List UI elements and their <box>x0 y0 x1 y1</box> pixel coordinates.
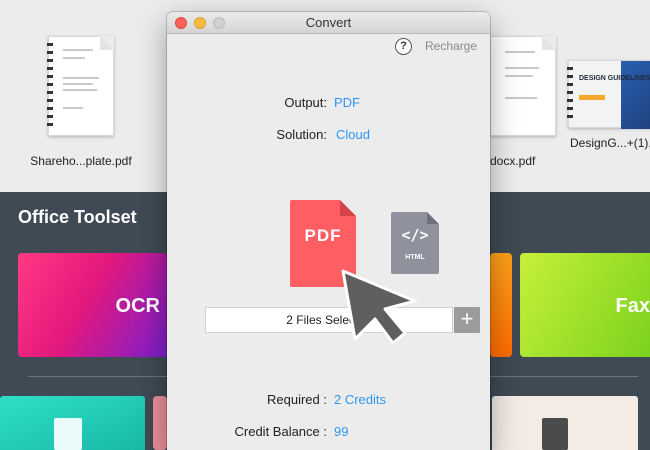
section-title: Office Toolset <box>18 207 137 227</box>
pink-tile[interactable] <box>153 396 167 450</box>
document-thumbnail <box>47 36 114 136</box>
file-item-design-guidelines[interactable]: DESIGN GUIDELINES DesignG...+(1).p <box>548 36 650 150</box>
code-icon: </> <box>401 226 429 244</box>
html-icon-label: HTML <box>405 254 425 261</box>
html-file-icon: </> HTML <box>391 212 439 274</box>
compress-tile[interactable] <box>0 396 145 450</box>
credit-balance-value: 99 <box>334 424 349 439</box>
required-credits: 2 Credits <box>334 392 387 407</box>
pdf-icon-label: PDF <box>304 226 342 245</box>
file-name: Shareho...plate.pdf <box>30 154 132 168</box>
output-value[interactable]: PDF <box>334 95 360 110</box>
file-item-shareholder[interactable]: Shareho...plate.pdf <box>21 36 141 168</box>
title-bar[interactable]: Convert <box>167 12 490 34</box>
credit-balance-label: Credit Balance : <box>234 424 328 439</box>
zip-icon <box>54 418 82 450</box>
document-tile[interactable] <box>492 396 638 450</box>
tile-label: Fax <box>615 295 650 317</box>
ocr-tile[interactable]: OCR <box>18 253 168 357</box>
window-title: Convert <box>305 15 352 30</box>
document-thumbnail <box>490 36 556 136</box>
orange-tile[interactable] <box>490 253 512 357</box>
convert-window: Convert ? Recharge Output: PDF Solution:… <box>167 12 490 450</box>
document-thumbnail: DESIGN GUIDELINES <box>567 60 650 129</box>
document-icon <box>542 418 568 450</box>
solution-value[interactable]: Cloud <box>336 127 370 142</box>
tile-label: OCR <box>115 295 160 317</box>
output-label: Output: <box>284 95 327 110</box>
add-files-button[interactable]: + <box>454 307 480 333</box>
solution-label: Solution: <box>276 127 327 142</box>
help-button[interactable]: ? <box>395 38 412 55</box>
recharge-link[interactable]: Recharge <box>425 39 477 53</box>
required-label: Required : <box>267 392 327 407</box>
mouse-cursor-icon <box>341 269 417 345</box>
fax-tile[interactable]: Fax <box>520 253 650 357</box>
file-name: DesignG...+(1).p <box>570 136 650 150</box>
